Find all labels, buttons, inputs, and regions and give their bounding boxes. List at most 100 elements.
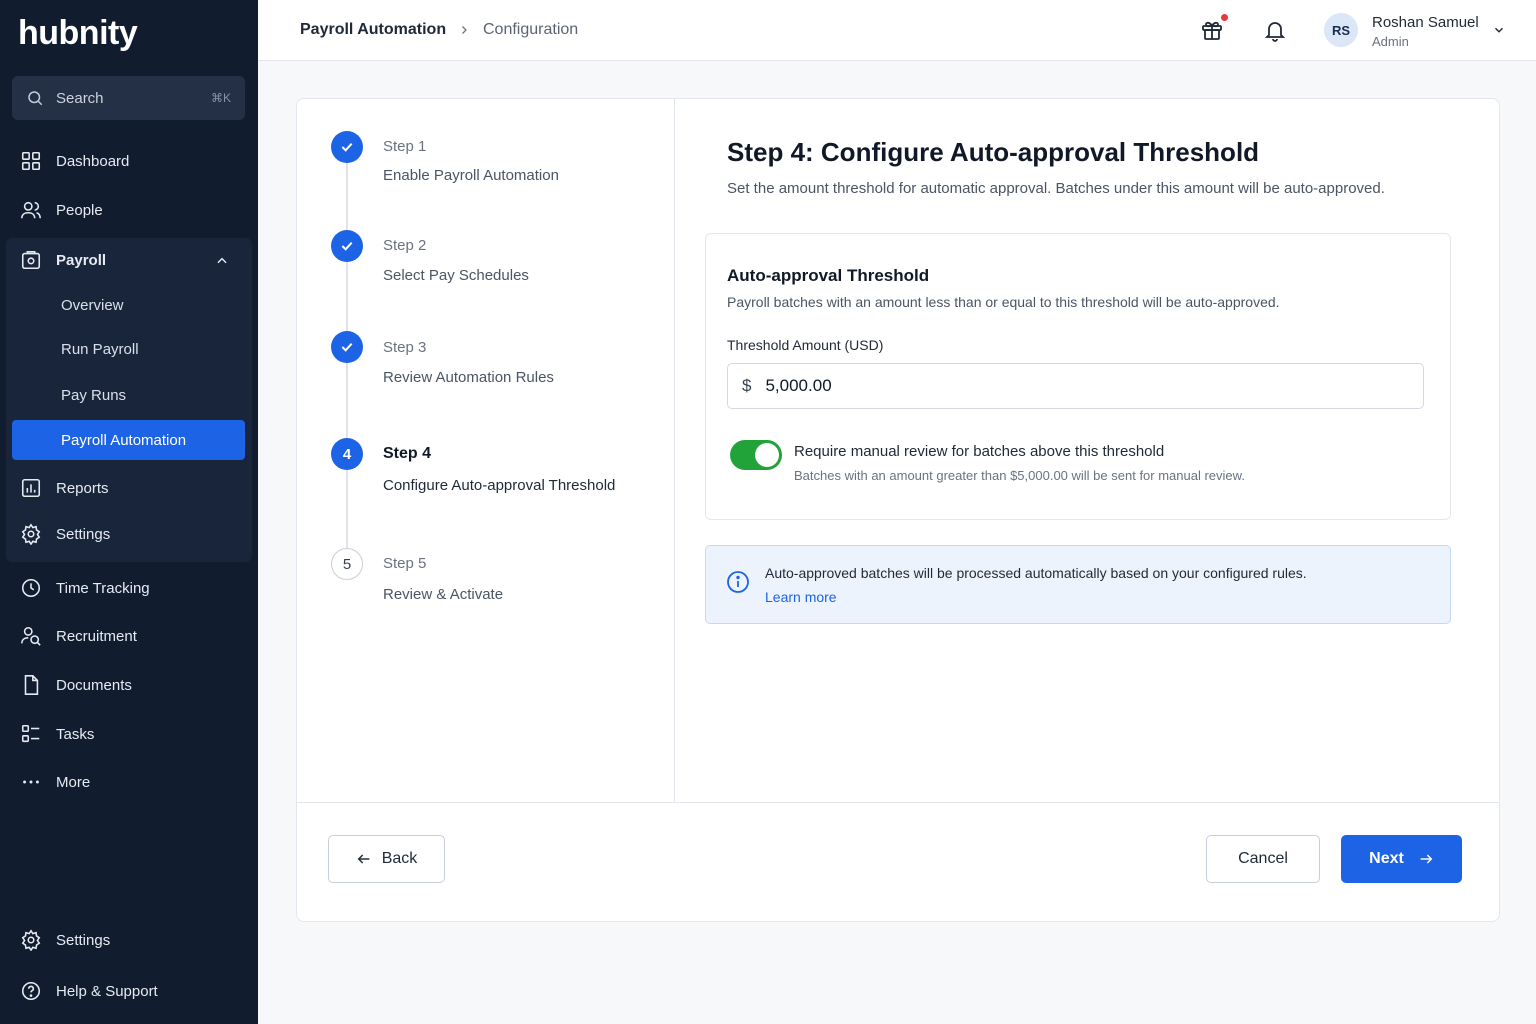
sidebar-item-label: Recruitment bbox=[56, 627, 137, 645]
sidebar-item-payroll[interactable]: Payroll bbox=[12, 240, 245, 280]
search-box[interactable]: Search ⌘K bbox=[12, 76, 245, 120]
wizard-card: Step 1 Enable Payroll Automation Step 2 … bbox=[296, 98, 1500, 922]
sidebar-item-bottom-settings[interactable]: Settings bbox=[12, 920, 245, 960]
sidebar-item-label: Time Tracking bbox=[56, 579, 150, 597]
step-3-desc: Review Automation Rules bbox=[383, 369, 554, 386]
sidebar-item-settings[interactable]: Settings bbox=[12, 514, 245, 554]
info-banner: Auto-approved batches will be processed … bbox=[705, 545, 1451, 624]
gear-icon bbox=[20, 523, 42, 545]
sidebar-item-label: Settings bbox=[56, 931, 111, 949]
sidebar-subitem-payroll-automation[interactable]: Payroll Automation bbox=[12, 420, 245, 460]
threshold-section: Auto-approval Threshold Payroll batches … bbox=[705, 233, 1451, 520]
gift-icon[interactable] bbox=[1200, 18, 1224, 42]
step-5-title: Step 5 bbox=[383, 555, 427, 572]
tasks-icon bbox=[20, 723, 42, 745]
step-5-desc: Review & Activate bbox=[383, 586, 504, 603]
sidebar-item-label: Payroll bbox=[56, 251, 107, 269]
manual-review-toggle[interactable] bbox=[730, 440, 782, 470]
search-label: Search bbox=[56, 89, 104, 107]
sidebar-item-reports[interactable]: Reports bbox=[12, 468, 245, 508]
breadcrumb-payroll-automation[interactable]: Payroll Automation bbox=[300, 21, 446, 39]
cancel-button-label: Cancel bbox=[1238, 850, 1288, 867]
search-shortcut: ⌘K bbox=[210, 91, 231, 105]
sidebar-subitem-overview[interactable]: Overview bbox=[12, 285, 245, 325]
sidebar-item-label: People bbox=[56, 201, 103, 219]
grid-icon bbox=[20, 150, 42, 172]
step-1-desc: Enable Payroll Automation bbox=[383, 167, 559, 184]
sidebar-item-label: More bbox=[56, 773, 91, 791]
sidebar: hubnity Search ⌘K Dashboard People Payro… bbox=[0, 0, 258, 1024]
breadcrumb-configuration: Configuration bbox=[483, 21, 579, 38]
reports-icon bbox=[20, 477, 42, 499]
horizontal-divider bbox=[297, 802, 1499, 803]
step-2-desc: Select Pay Schedules bbox=[383, 267, 529, 284]
sidebar-item-documents[interactable]: Documents bbox=[12, 665, 245, 705]
step-4-desc: Configure Auto-approval Threshold bbox=[383, 477, 616, 494]
section-description: Payroll batches with an amount less than… bbox=[727, 294, 1280, 310]
back-button[interactable]: Back bbox=[328, 835, 445, 883]
vertical-divider bbox=[674, 99, 675, 803]
sidebar-item-label: Reports bbox=[56, 479, 109, 497]
avatar[interactable]: RS bbox=[1324, 13, 1358, 47]
manual-review-label: Require manual review for batches above … bbox=[794, 443, 1165, 460]
sidebar-item-tasks[interactable]: Tasks bbox=[12, 714, 245, 754]
sidebar-subitem-run-payroll[interactable]: Run Payroll bbox=[12, 329, 245, 369]
sidebar-item-label: Documents bbox=[56, 676, 132, 694]
step-2-title[interactable]: Step 2 bbox=[383, 237, 426, 254]
toggle-knob bbox=[755, 443, 779, 467]
notification-dot bbox=[1221, 14, 1228, 21]
next-button-label: Next bbox=[1369, 850, 1404, 867]
document-icon bbox=[20, 674, 42, 696]
more-icon bbox=[20, 771, 42, 793]
threshold-amount-input[interactable]: $ 5,000.00 bbox=[727, 363, 1424, 409]
threshold-amount-value[interactable]: 5,000.00 bbox=[765, 376, 831, 396]
help-icon bbox=[20, 980, 42, 1002]
chevron-right-icon bbox=[462, 26, 467, 34]
arrow-left-icon bbox=[357, 854, 370, 864]
currency-symbol: $ bbox=[742, 376, 752, 395]
sidebar-item-label: Dashboard bbox=[56, 152, 130, 170]
recruitment-icon bbox=[20, 625, 42, 647]
sidebar-item-recruitment[interactable]: Recruitment bbox=[12, 616, 245, 656]
info-text: Auto-approved batches will be processed … bbox=[765, 565, 1307, 581]
bell-icon[interactable] bbox=[1263, 18, 1287, 42]
step-4-title[interactable]: Step 4 bbox=[383, 445, 431, 463]
cancel-button[interactable]: Cancel bbox=[1206, 835, 1320, 883]
manual-review-help: Batches with an amount greater than $5,0… bbox=[794, 468, 1245, 483]
sidebar-item-label: Help & Support bbox=[56, 982, 158, 1000]
sidebar-item-more[interactable]: More bbox=[12, 762, 245, 802]
back-button-label: Back bbox=[381, 850, 418, 867]
clock-icon bbox=[20, 577, 42, 599]
learn-more-link[interactable]: Learn more bbox=[765, 589, 837, 605]
page-title: Step 4: Configure Auto-approval Threshol… bbox=[727, 137, 1260, 167]
payroll-icon bbox=[20, 249, 42, 271]
arrow-right-icon bbox=[1420, 854, 1433, 864]
sidebar-item-label: Tasks bbox=[56, 725, 95, 743]
sidebar-item-label: Settings bbox=[56, 525, 111, 543]
info-icon bbox=[727, 571, 749, 593]
chevron-up-icon[interactable] bbox=[215, 254, 229, 268]
step-1-title[interactable]: Step 1 bbox=[383, 138, 426, 155]
step-2-check-icon bbox=[331, 230, 363, 262]
next-button[interactable]: Next bbox=[1341, 835, 1462, 883]
sidebar-item-help-support[interactable]: Help & Support bbox=[12, 971, 245, 1011]
sidebar-subitem-pay-runs[interactable]: Pay Runs bbox=[12, 375, 245, 415]
sidebar-item-time-tracking[interactable]: Time Tracking bbox=[12, 568, 245, 608]
step-4-badge: 4 bbox=[331, 438, 363, 470]
people-icon bbox=[20, 199, 42, 221]
user-role: Admin bbox=[1372, 34, 1409, 49]
step-3-check-icon bbox=[331, 331, 363, 363]
section-title: Auto-approval Threshold bbox=[727, 266, 930, 285]
step-1-check-icon bbox=[331, 131, 363, 163]
sidebar-item-dashboard[interactable]: Dashboard bbox=[12, 141, 245, 181]
app-logo[interactable]: hubnity bbox=[18, 14, 138, 53]
threshold-amount-label: Threshold Amount (USD) bbox=[727, 337, 884, 353]
search-icon bbox=[28, 91, 43, 106]
sidebar-item-people[interactable]: People bbox=[12, 190, 245, 230]
gear-icon bbox=[20, 929, 42, 951]
top-header: Payroll Automation Configuration RS Rosh… bbox=[258, 0, 1536, 61]
chevron-down-icon[interactable] bbox=[1492, 23, 1506, 37]
step-3-title[interactable]: Step 3 bbox=[383, 339, 426, 356]
page-subtitle: Set the amount threshold for automatic a… bbox=[727, 180, 1385, 197]
user-name[interactable]: Roshan Samuel bbox=[1372, 14, 1479, 31]
